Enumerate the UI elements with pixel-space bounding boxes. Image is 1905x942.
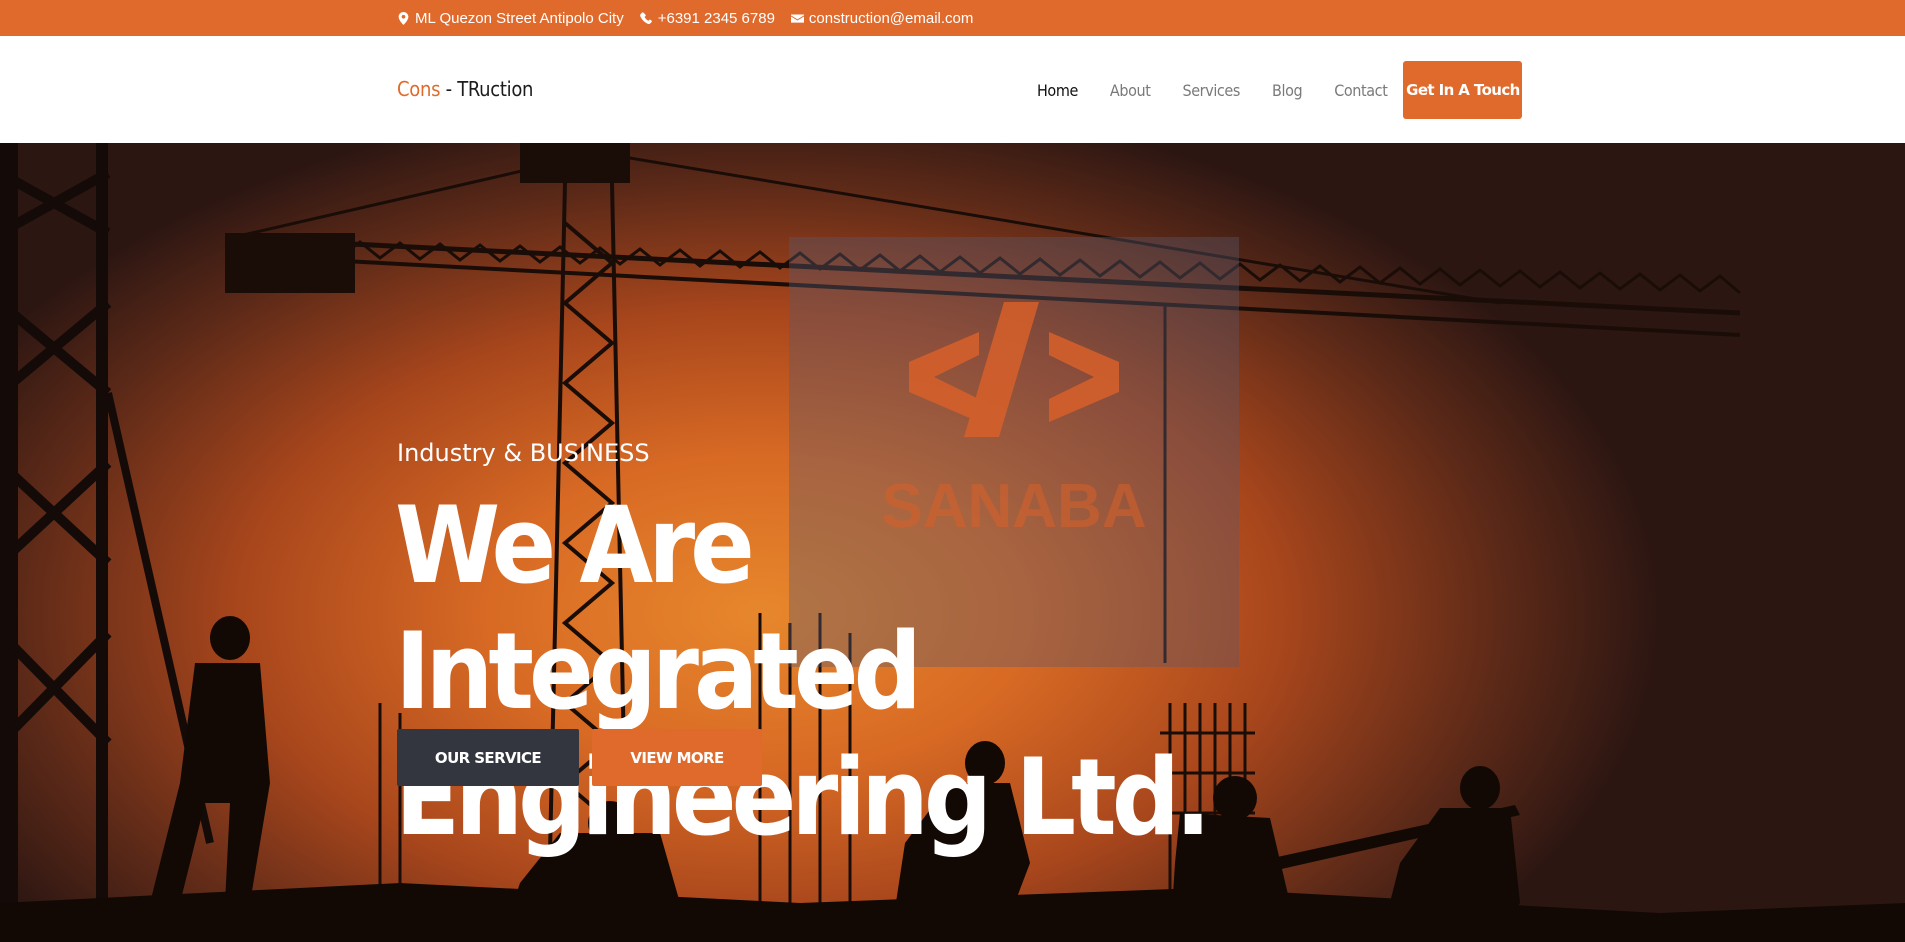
- map-marker-icon: [397, 11, 410, 25]
- phone-text: +6391 2345 6789: [657, 9, 775, 27]
- email-item[interactable]: construction@email.com: [790, 9, 974, 27]
- main-nav: Home About Services Blog Contact Get In …: [1037, 61, 1523, 119]
- hero-title: We Are Integrated Engineering Ltd.: [395, 483, 1295, 861]
- address-item: ML Quezon Street Antipolo City: [397, 10, 624, 27]
- email-text: construction@email.com: [808, 9, 974, 27]
- logo-separator: -: [440, 77, 458, 101]
- site-logo[interactable]: Cons - TRuction: [397, 77, 533, 101]
- nav-home[interactable]: Home: [1037, 81, 1078, 100]
- nav-about[interactable]: About: [1110, 81, 1151, 100]
- nav-blog[interactable]: Blog: [1272, 81, 1303, 100]
- nav-services[interactable]: Services: [1182, 81, 1240, 100]
- view-more-button[interactable]: VIEW MORE: [592, 729, 762, 786]
- hero-title-line-1: We Are Integrated: [395, 484, 922, 733]
- nav-contact[interactable]: Contact: [1334, 81, 1388, 100]
- hero-section: SANABA Industry & BUSINESS We Are Integr…: [0, 143, 1905, 942]
- address-text: ML Quezon Street Antipolo City: [415, 9, 624, 27]
- phone-icon: [639, 11, 653, 25]
- envelope-icon: [790, 12, 804, 25]
- hero-subtitle: Industry & BUSINESS: [397, 439, 650, 467]
- hero-actions: OUR SERVICE VIEW MORE: [397, 729, 762, 786]
- phone-item[interactable]: +6391 2345 6789: [639, 9, 775, 27]
- logo-part-main: TRuction: [457, 77, 534, 101]
- our-service-button[interactable]: OUR SERVICE: [397, 729, 579, 786]
- top-contact-bar: ML Quezon Street Antipolo City +6391 234…: [0, 0, 1905, 36]
- get-in-touch-button[interactable]: Get In A Touch: [1403, 61, 1523, 119]
- site-header: Cons - TRuction Home About Services Blog…: [0, 36, 1905, 143]
- logo-part-accent: Cons: [397, 77, 441, 101]
